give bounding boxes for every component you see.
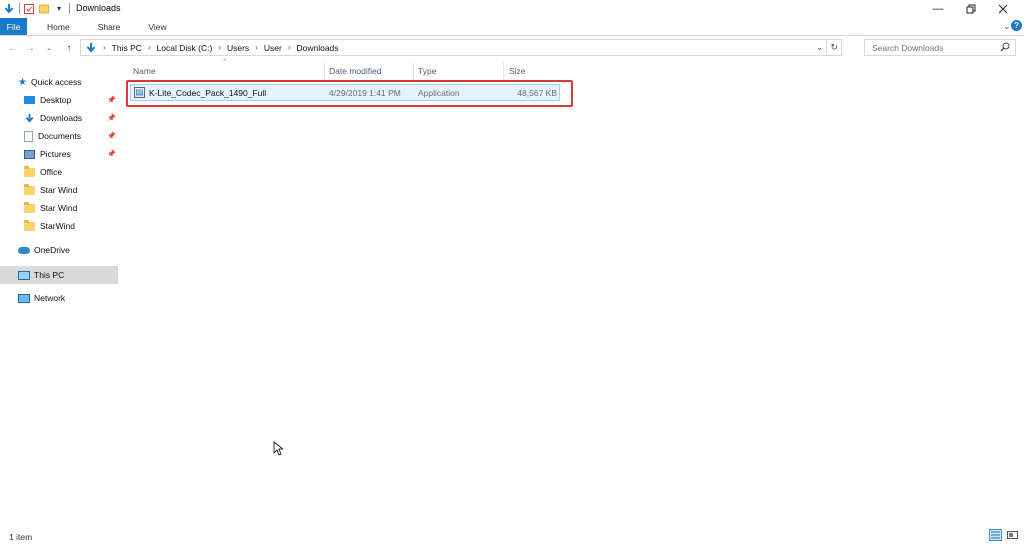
- column-header-size[interactable]: Size: [509, 62, 561, 80]
- desktop-icon: [24, 96, 35, 104]
- details-view-icon[interactable]: [989, 529, 1002, 541]
- nav-item-star-wind[interactable]: Star Wind: [24, 182, 77, 198]
- minimize-icon[interactable]: —: [921, 0, 955, 17]
- nav-item-label: StarWind: [40, 221, 75, 231]
- star-icon: ★: [18, 76, 27, 88]
- new-folder-icon[interactable]: [38, 3, 50, 15]
- onedrive-icon: [18, 246, 30, 254]
- folder-icon: [24, 183, 35, 195]
- folder-icon: [24, 219, 35, 231]
- large-icons-view-icon[interactable]: [1006, 529, 1019, 541]
- column-header-type[interactable]: Type: [418, 62, 502, 80]
- restore-icon[interactable]: [954, 0, 988, 17]
- breadcrumb-local-disk[interactable]: Local Disk (C:): [157, 43, 213, 53]
- tab-share[interactable]: Share: [84, 18, 135, 35]
- nav-onedrive[interactable]: OneDrive: [18, 242, 70, 258]
- nav-item-label: Pictures: [40, 149, 71, 159]
- pin-icon[interactable]: 📌: [107, 150, 116, 158]
- nav-item-star-wind[interactable]: Star Wind: [24, 200, 77, 216]
- breadcrumb-chevron-icon[interactable]: ›: [148, 43, 151, 52]
- status-item-count: 1 item: [9, 532, 33, 542]
- download-arrow-icon[interactable]: [3, 3, 15, 15]
- tab-home[interactable]: Home: [33, 18, 84, 35]
- address-divider: [826, 41, 828, 54]
- column-divider[interactable]: [503, 62, 504, 80]
- title-bar: [0, 0, 1024, 17]
- pin-icon[interactable]: 📌: [107, 96, 116, 104]
- breadcrumb-users[interactable]: Users: [227, 43, 249, 53]
- breadcrumb-this-pc[interactable]: This PC: [112, 43, 142, 53]
- column-header-date-modified[interactable]: Date modified: [329, 62, 413, 80]
- column-divider[interactable]: [413, 62, 414, 80]
- tab-view[interactable]: View: [134, 18, 180, 35]
- folder-icon: [24, 201, 35, 213]
- nav-item-desktop[interactable]: Desktop 📌: [24, 92, 116, 108]
- nav-quick-access[interactable]: ★ Quick access: [18, 74, 82, 90]
- up-icon[interactable]: ↑: [63, 42, 75, 54]
- mouse-cursor-icon: [273, 441, 285, 458]
- nav-item-downloads[interactable]: Downloads 📌: [24, 110, 116, 126]
- highlight-box: [126, 80, 573, 107]
- breadcrumb-user[interactable]: User: [264, 43, 282, 53]
- nav-item-starwind[interactable]: StarWind: [24, 218, 75, 234]
- search-icon[interactable]: [1000, 42, 1010, 54]
- column-header-name[interactable]: Name: [133, 62, 323, 80]
- recent-locations-icon[interactable]: ⌄: [44, 42, 54, 54]
- nav-quick-access-label: Quick access: [30, 77, 82, 87]
- nav-network[interactable]: Network: [18, 290, 65, 306]
- ribbon-divider: [0, 35, 1024, 36]
- forward-icon[interactable]: →: [24, 42, 36, 54]
- network-icon: [18, 293, 30, 303]
- nav-item-pictures[interactable]: Pictures 📌: [24, 146, 116, 162]
- close-icon[interactable]: [986, 0, 1020, 17]
- navigation-pane: ★ Quick access Desktop 📌 Downloads 📌 Doc…: [0, 64, 118, 534]
- nav-this-pc[interactable]: This PC: [0, 266, 118, 284]
- nav-item-label: Desktop: [40, 95, 72, 105]
- refresh-icon[interactable]: ↻: [830, 42, 838, 53]
- ribbon-tabs: File Home Share View: [0, 18, 1024, 35]
- breadcrumb-chevron-icon[interactable]: ›: [255, 43, 258, 52]
- breadcrumb-chevron-icon[interactable]: ›: [288, 43, 291, 52]
- nav-item-documents[interactable]: Documents 📌: [24, 128, 116, 144]
- toolbar-divider: [69, 3, 70, 14]
- pin-icon[interactable]: 📌: [107, 132, 116, 140]
- column-divider[interactable]: [324, 62, 325, 80]
- nav-item-office[interactable]: Office: [24, 164, 62, 180]
- nav-item-label: Star Wind: [40, 203, 78, 213]
- search-box[interactable]: [864, 39, 1016, 56]
- breadcrumb-chevron-icon[interactable]: ›: [103, 43, 106, 52]
- address-history-dropdown-icon[interactable]: ⌄: [816, 42, 824, 53]
- breadcrumb-chevron-icon[interactable]: ›: [218, 43, 221, 52]
- nav-this-pc-label: This PC: [34, 270, 65, 280]
- search-input[interactable]: [870, 41, 998, 54]
- expand-ribbon-icon[interactable]: ⌄: [1003, 21, 1011, 32]
- nav-item-label: Documents: [38, 131, 81, 141]
- breadcrumb-downloads[interactable]: Downloads: [296, 43, 338, 53]
- nav-item-label: Star Wind: [40, 185, 78, 195]
- address-bar[interactable]: › This PC › Local Disk (C:) › Users › Us…: [80, 39, 842, 56]
- nav-onedrive-label: OneDrive: [34, 245, 70, 255]
- pin-icon[interactable]: 📌: [107, 114, 116, 122]
- customize-toolbar-icon[interactable]: ▾: [53, 3, 65, 15]
- pictures-icon: [24, 149, 35, 159]
- nav-item-label: Office: [40, 167, 63, 177]
- documents-icon: [24, 130, 33, 142]
- folder-icon: [24, 165, 35, 177]
- downloads-icon: [24, 113, 35, 124]
- help-icon[interactable]: ?: [1011, 20, 1022, 31]
- window-title: Downloads: [76, 3, 121, 13]
- quick-access-toolbar: ▾: [0, 1, 70, 16]
- properties-icon[interactable]: [23, 3, 35, 15]
- nav-network-label: Network: [34, 293, 66, 303]
- nav-item-label: Downloads: [40, 113, 83, 123]
- computer-icon: [18, 270, 30, 280]
- tab-file[interactable]: File: [0, 18, 27, 35]
- toolbar-divider: [19, 3, 20, 14]
- downloads-location-icon: [85, 42, 97, 54]
- back-icon[interactable]: ←: [7, 42, 19, 54]
